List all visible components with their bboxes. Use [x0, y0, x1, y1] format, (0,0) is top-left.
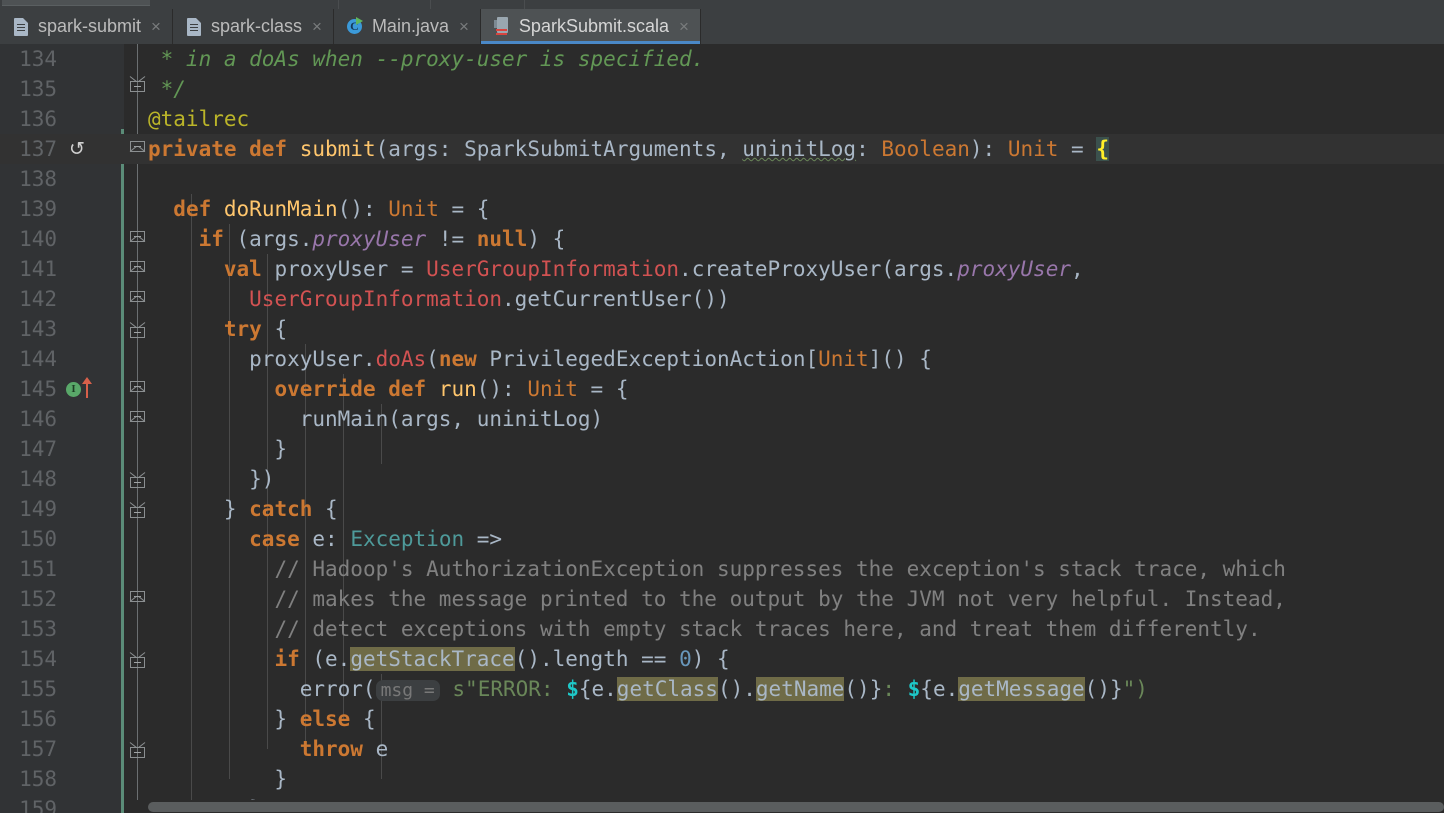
- fold-marker[interactable]: [130, 591, 146, 607]
- toolbar-separator: [430, 0, 431, 9]
- tab-label: SparkSubmit.scala: [518, 16, 669, 36]
- code-line-136[interactable]: @tailrec: [148, 104, 249, 134]
- toolbar-strip: [0, 0, 1444, 9]
- line-number: 149: [19, 497, 57, 521]
- scala-file-icon: [493, 16, 511, 37]
- line-number: 139: [19, 197, 57, 221]
- code-line-135[interactable]: */: [148, 74, 186, 104]
- line-number: 140: [19, 227, 57, 251]
- fold-marker[interactable]: [130, 657, 146, 673]
- code-line-140[interactable]: if (args.proxyUser != null) {: [148, 224, 566, 254]
- line-number: 153: [19, 617, 57, 641]
- tab-close-icon[interactable]: ×: [151, 18, 161, 35]
- line-number: 146: [19, 407, 57, 431]
- code-line-139[interactable]: def doRunMain(): Unit = {: [148, 194, 489, 224]
- tab-spark-submit[interactable]: spark-submit ×: [0, 9, 173, 44]
- code-editor[interactable]: 134 135 136 137 138 139 140 141 142 143 …: [0, 44, 1444, 813]
- toolbar-separator: [338, 0, 339, 9]
- line-number: 156: [19, 707, 57, 731]
- line-number: 134: [19, 47, 57, 71]
- code-line-137[interactable]: private def submit(args: SparkSubmitArgu…: [148, 134, 1109, 164]
- horizontal-scrollbar[interactable]: [124, 800, 1444, 813]
- line-number: 151: [19, 557, 57, 581]
- code-line-156[interactable]: } else {: [148, 704, 375, 734]
- parameter-name-inlay-hint: msg =: [375, 680, 440, 701]
- code-line-151[interactable]: // Hadoop's AuthorizationException suppr…: [148, 554, 1285, 584]
- tab-close-icon[interactable]: ×: [312, 18, 322, 35]
- tab-sparksubmit-scala[interactable]: SparkSubmit.scala ×: [480, 9, 701, 44]
- editor-row[interactable]: 135: [0, 74, 1444, 104]
- line-number: 154: [19, 647, 57, 671]
- fold-marker[interactable]: [130, 411, 146, 427]
- fold-marker[interactable]: [130, 477, 146, 493]
- code-line-141[interactable]: val proxyUser = UserGroupInformation.cre…: [148, 254, 1084, 284]
- code-line-148[interactable]: }): [148, 464, 274, 494]
- fold-marker[interactable]: [130, 381, 146, 397]
- line-number: 159: [19, 797, 57, 813]
- tab-label: spark-submit: [38, 16, 142, 36]
- line-number: 147: [19, 437, 57, 461]
- line-number: 136: [19, 107, 57, 131]
- fold-marker[interactable]: [130, 327, 146, 343]
- toolbar-separator: [524, 0, 525, 9]
- code-line-158[interactable]: }: [148, 764, 287, 794]
- code-line-155[interactable]: error(msg = s"ERROR: ${e.getClass().getN…: [148, 674, 1148, 704]
- fold-marker[interactable]: [130, 141, 146, 157]
- code-line-134[interactable]: * in a doAs when --proxy-user is specifi…: [148, 44, 705, 74]
- tab-close-icon[interactable]: ×: [459, 18, 469, 35]
- tab-main-java[interactable]: C Main.java ×: [333, 9, 481, 44]
- fold-marker[interactable]: [130, 507, 146, 523]
- code-line-150[interactable]: case e: Exception =>: [148, 524, 502, 554]
- code-line-152[interactable]: // makes the message printed to the outp…: [148, 584, 1285, 614]
- code-line-149[interactable]: } catch {: [148, 494, 338, 524]
- code-line-145[interactable]: override def run(): Unit = {: [148, 374, 628, 404]
- code-line-146[interactable]: runMain(args, uninitLog): [148, 404, 603, 434]
- code-line-142[interactable]: UserGroupInformation.getCurrentUser()): [148, 284, 729, 314]
- overriding-member-arrow-icon[interactable]: [82, 377, 92, 398]
- code-line-147[interactable]: }: [148, 434, 287, 464]
- line-number: 148: [19, 467, 57, 491]
- line-number: 141: [19, 257, 57, 281]
- line-number: 152: [19, 587, 57, 611]
- line-number: 144: [19, 347, 57, 371]
- tab-label: spark-class: [210, 16, 302, 36]
- script-file-icon: [12, 17, 30, 37]
- code-line-144[interactable]: proxyUser.doAs(new PrivilegedExceptionAc…: [148, 344, 932, 374]
- tab-label: Main.java: [371, 16, 449, 36]
- code-line-153[interactable]: // detect exceptions with empty stack tr…: [148, 614, 1260, 644]
- fold-marker[interactable]: [130, 81, 146, 97]
- code-line-157[interactable]: throw e: [148, 734, 389, 764]
- recursive-call-icon[interactable]: ↺: [68, 140, 86, 159]
- code-line-154[interactable]: if (e.getStackTrace().length == 0) {: [148, 644, 730, 674]
- toolbar-overflow-nub: [2, 0, 150, 6]
- line-number: 155: [19, 677, 57, 701]
- line-number: 157: [19, 737, 57, 761]
- code-line-143[interactable]: try {: [148, 314, 287, 344]
- java-class-icon: C: [346, 16, 364, 37]
- line-number: 150: [19, 527, 57, 551]
- line-number: 142: [19, 287, 57, 311]
- tab-close-icon[interactable]: ×: [679, 18, 689, 35]
- tab-spark-class[interactable]: spark-class ×: [172, 9, 334, 44]
- line-number: 143: [19, 317, 57, 341]
- fold-marker[interactable]: [130, 291, 146, 307]
- editor-row[interactable]: 138: [0, 164, 1444, 194]
- fold-marker[interactable]: [130, 261, 146, 277]
- scrollbar-thumb[interactable]: [148, 802, 1444, 812]
- line-number: 138: [19, 167, 57, 191]
- script-file-icon: [185, 17, 203, 37]
- line-number: 145: [19, 377, 57, 401]
- fold-marker[interactable]: [130, 747, 146, 763]
- fold-marker[interactable]: [130, 231, 146, 247]
- line-number: 137: [19, 137, 57, 161]
- implemented-member-icon[interactable]: I: [66, 382, 81, 397]
- editor-tab-bar[interactable]: spark-submit × spark-class × C Main.java…: [0, 9, 1444, 44]
- line-number: 158: [19, 767, 57, 791]
- line-number: 135: [19, 77, 57, 101]
